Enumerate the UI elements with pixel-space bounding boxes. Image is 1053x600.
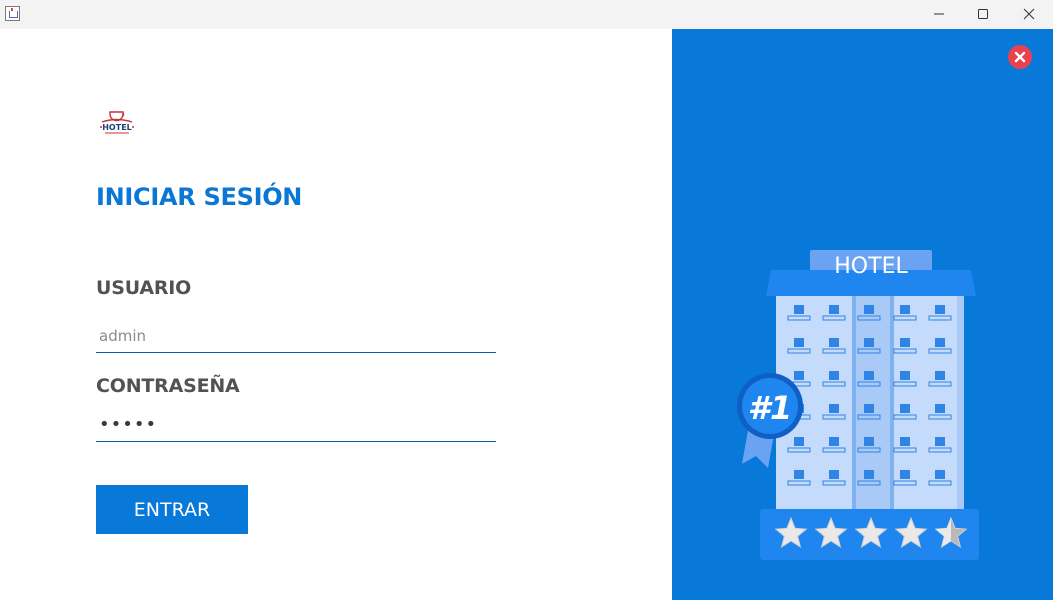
window <box>829 371 839 380</box>
window <box>935 437 945 446</box>
window <box>935 470 945 479</box>
illustration-panel: #1 HOTEL <box>672 29 1053 600</box>
window <box>900 437 910 446</box>
login-panel: HOTEL INICIAR SESIÓN USUARIO CONTRASEÑA … <box>0 29 672 600</box>
window <box>829 305 839 314</box>
page-title: INICIAR SESIÓN <box>96 183 303 211</box>
window-close-button[interactable] <box>1006 0 1052 29</box>
close-icon <box>1023 8 1035 20</box>
window <box>935 338 945 347</box>
close-icon <box>1014 51 1026 63</box>
window <box>935 404 945 413</box>
window <box>864 338 874 347</box>
password-input[interactable] <box>96 408 496 442</box>
window <box>794 371 804 380</box>
submit-button[interactable]: ENTRAR <box>96 485 248 534</box>
hotel-logo: HOTEL <box>100 111 134 134</box>
window <box>864 305 874 314</box>
window <box>864 437 874 446</box>
window <box>829 404 839 413</box>
username-label: USUARIO <box>96 277 192 299</box>
window <box>864 470 874 479</box>
window <box>794 437 804 446</box>
window <box>829 338 839 347</box>
window <box>935 371 945 380</box>
window <box>900 371 910 380</box>
password-label: CONTRASEÑA <box>96 375 240 397</box>
window <box>864 371 874 380</box>
minimize-icon <box>934 13 944 15</box>
window <box>794 338 804 347</box>
maximize-button[interactable] <box>960 0 1006 29</box>
window <box>864 404 874 413</box>
window <box>900 470 910 479</box>
maximize-icon <box>978 9 988 19</box>
logo-text: HOTEL <box>102 123 132 132</box>
window-title-bar <box>0 0 1053 29</box>
window <box>900 338 910 347</box>
java-cup-icon <box>5 6 20 21</box>
window <box>829 437 839 446</box>
window <box>794 305 804 314</box>
hotel-sign-text: HOTEL <box>834 254 908 279</box>
window <box>794 470 804 479</box>
hotel-illustration: #1 <box>737 250 979 560</box>
rank-badge: #1 <box>748 389 793 427</box>
window <box>829 470 839 479</box>
window <box>900 404 910 413</box>
minimize-button[interactable] <box>916 0 962 29</box>
window <box>935 305 945 314</box>
close-login-button[interactable] <box>1008 45 1032 69</box>
window <box>900 305 910 314</box>
username-input[interactable] <box>96 319 496 353</box>
